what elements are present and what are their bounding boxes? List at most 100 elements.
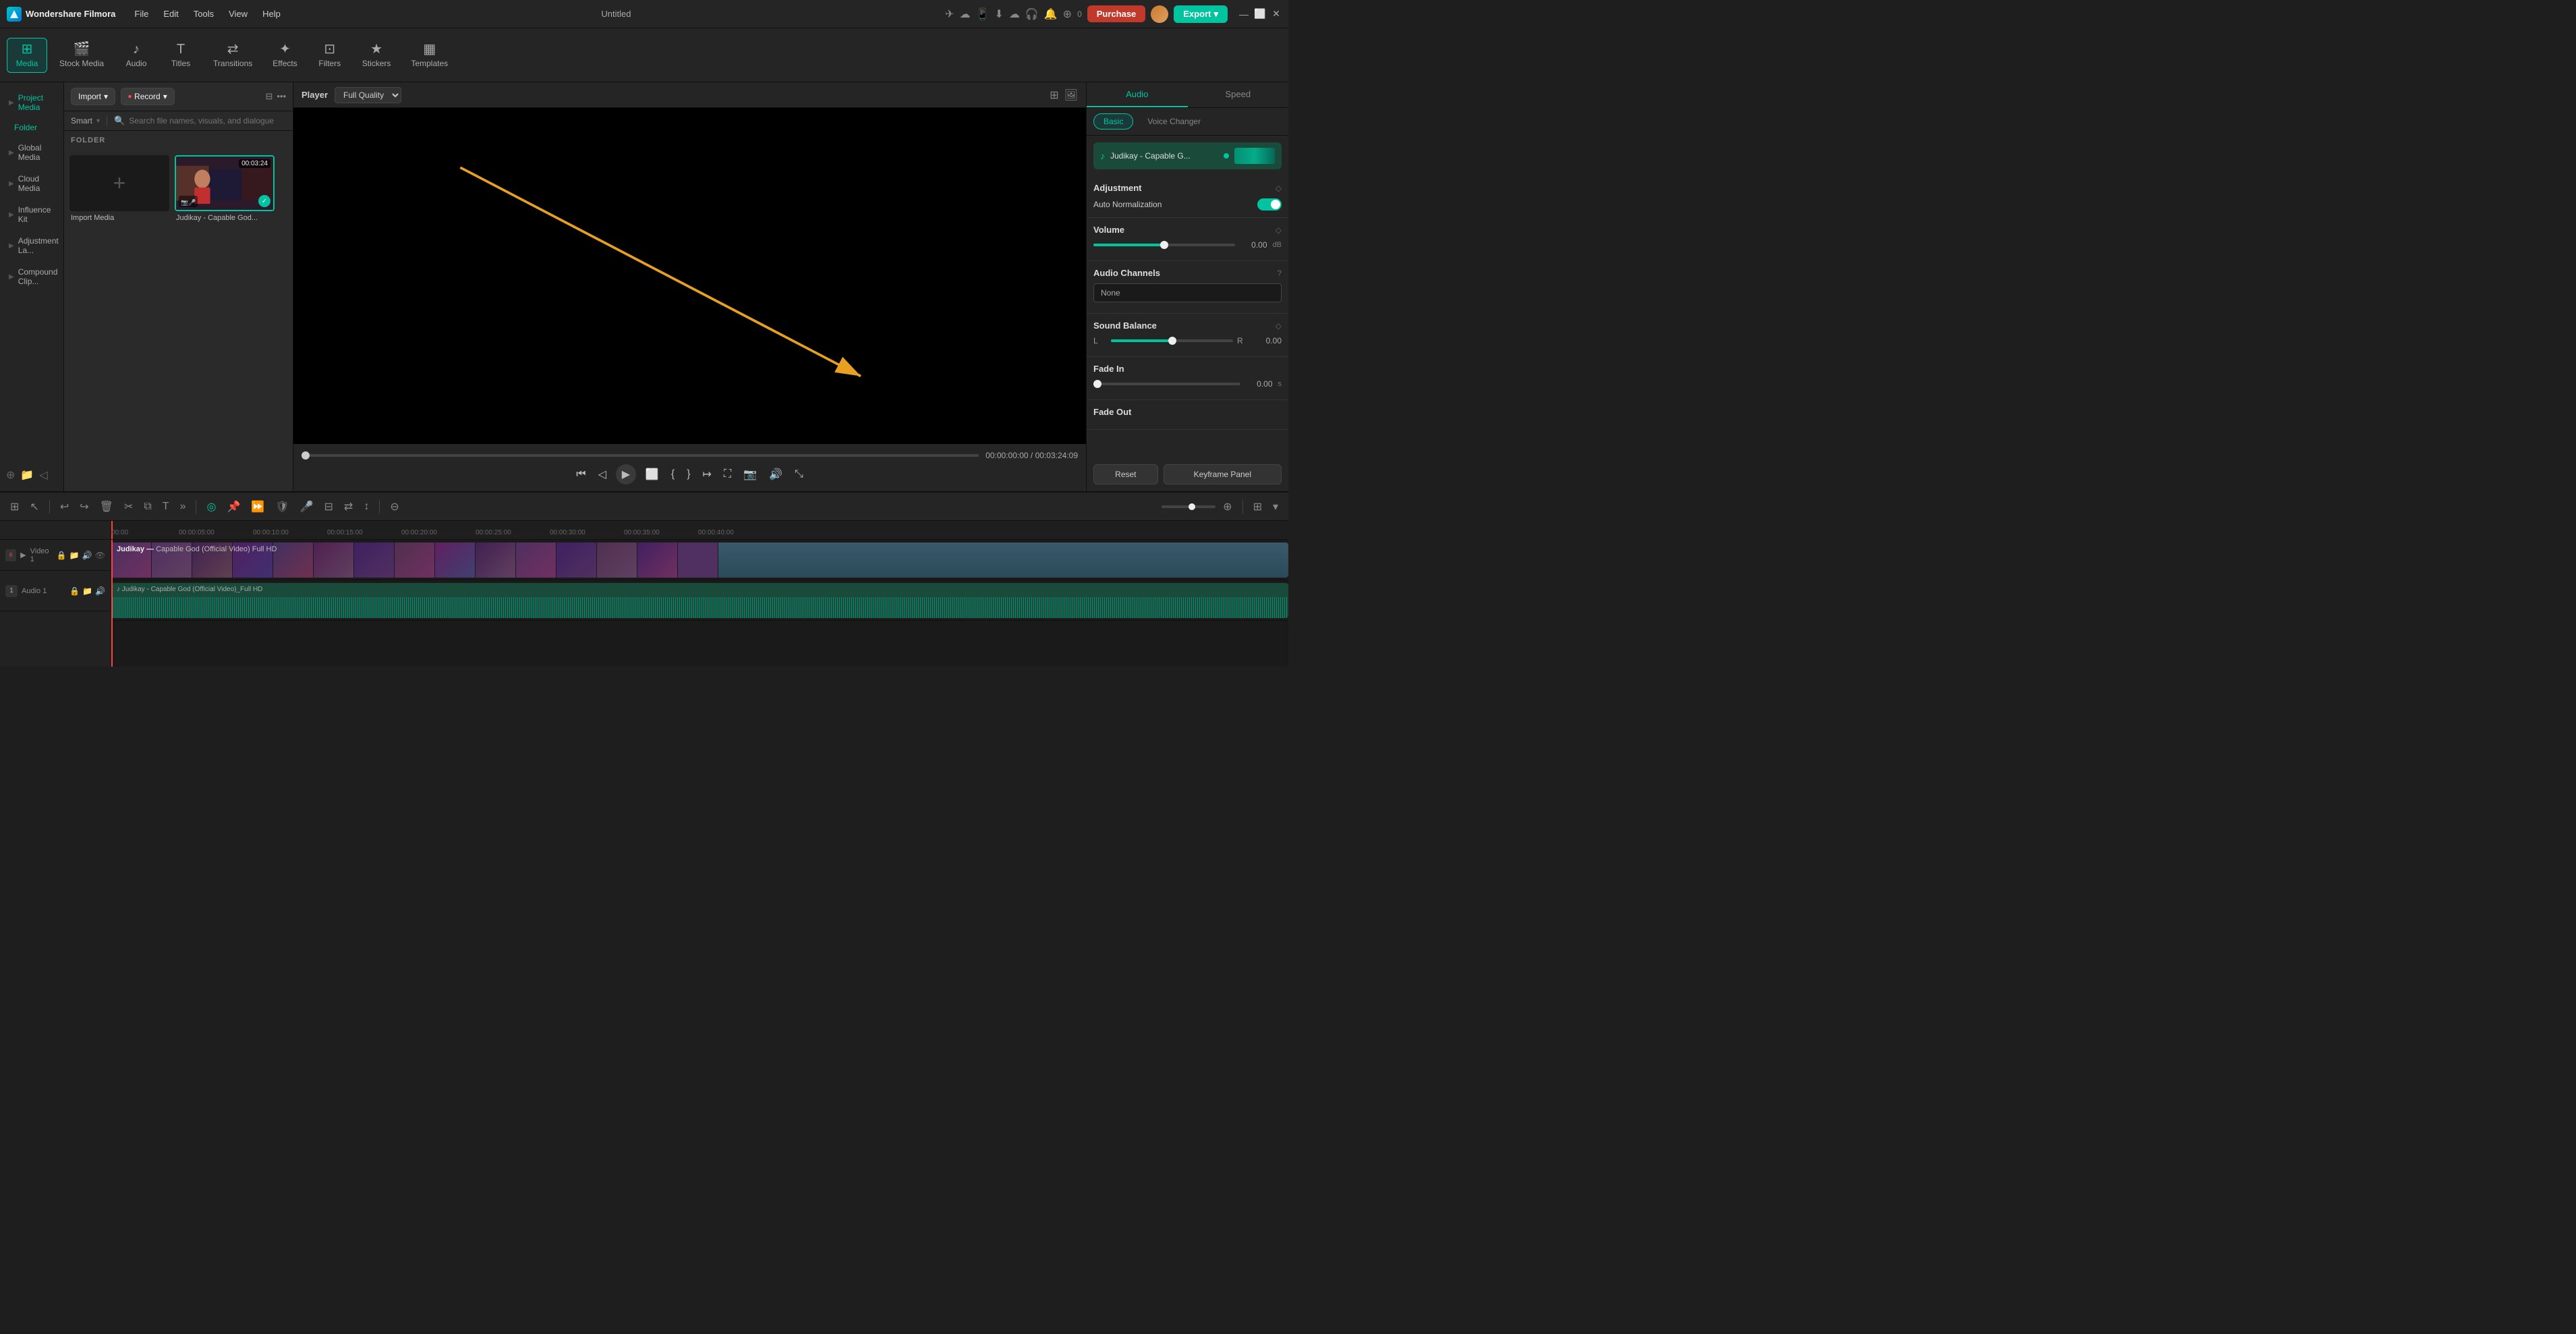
tab-filters[interactable]: ⊡ Filters [310,38,350,72]
notification-icon[interactable]: 🔔 [1044,7,1058,21]
fullscreen-button[interactable]: ⛶ [721,467,734,482]
zoom-in-button[interactable]: ⊕ [1220,498,1235,516]
phone-icon[interactable]: 📱 [975,7,989,21]
play-button[interactable]: ▶ [616,464,636,484]
delete-button[interactable]: 🗑 [96,498,117,516]
video-eye-icon[interactable]: 👁 [95,551,105,560]
mic-tool[interactable]: 🎤 [297,498,317,516]
grid-view-tl[interactable]: ⊞ [1250,498,1265,516]
settings-button[interactable]: ⤡ [792,467,806,482]
audio-channels-dropdown[interactable]: None Stereo Mono Left Mono Right [1093,283,1282,302]
text-tool[interactable]: T [159,499,173,515]
quality-dropdown[interactable]: Full Quality [335,87,401,103]
volume-slider-track[interactable] [1093,244,1235,246]
menu-edit[interactable]: Edit [156,6,185,22]
import-button[interactable]: Import ▾ [71,88,115,105]
tab-templates[interactable]: ▦ Templates [403,38,456,72]
frame-back-button[interactable]: ◁ [596,466,609,482]
sidebar-item-adjustment[interactable]: ▶ Adjustment La... [3,232,60,259]
audio-basic-tab[interactable]: Basic [1093,113,1133,130]
add-credit-icon[interactable]: ⊕ [1063,7,1072,21]
stop-button[interactable]: ⬜ [643,466,662,482]
audio-voice-changer-tab[interactable]: Voice Changer [1137,113,1211,130]
collapse-panel-icon[interactable]: ◁ [39,468,47,482]
expand-tool[interactable]: » [177,499,190,515]
auto-norm-toggle[interactable] [1257,198,1282,211]
headphone-icon[interactable]: 🎧 [1025,7,1039,21]
tab-media[interactable]: ⊞ Media [7,38,47,73]
redo-button[interactable]: ↪ [76,498,92,516]
volume-button[interactable]: 🔊 [766,466,785,482]
tab-audio[interactable]: ♪ Audio [116,38,156,72]
menu-file[interactable]: File [127,6,155,22]
tab-transitions[interactable]: ⇄ Transitions [205,38,260,72]
video-lock-icon[interactable]: 🔒 [57,551,67,560]
menu-tools[interactable]: Tools [187,6,221,22]
sticker-tool[interactable]: 📌 [223,498,244,516]
volume-slider-handle[interactable] [1160,241,1168,249]
export-button[interactable]: Export ▾ [1174,5,1228,23]
fast-forward-tool[interactable]: ⏩ [248,498,268,516]
transition-tool[interactable]: ⇄ [341,498,356,516]
volume-diamond-icon[interactable]: ◇ [1276,225,1282,235]
menu-view[interactable]: View [222,6,254,22]
video-clip-item[interactable]: 00:03:24 📷🎤 ✓ Judikay - Capable God... [175,155,275,222]
sound-balance-track[interactable] [1111,339,1233,342]
grid-view-icon[interactable]: ⊞ [1050,88,1058,102]
zoom-handle[interactable] [1189,503,1195,510]
mark-in-button[interactable]: { [668,467,677,482]
import-media-thumb[interactable]: + [69,155,169,211]
audio-track-item[interactable]: ♪ Judikay - Capable G... [1093,142,1282,169]
smart-dropdown-label[interactable]: Smart [71,116,92,126]
fade-in-handle[interactable] [1093,380,1101,388]
timeline-ruler[interactable]: 00:00 00:00:05:00 00:00:10:00 00:00:15:0… [111,521,1288,540]
download-icon[interactable]: ☁ [1009,7,1020,21]
sidebar-item-global-media[interactable]: ▶ Global Media [3,139,60,166]
sidebar-item-project-media[interactable]: ▶ Project Media [3,89,60,116]
tab-titles[interactable]: T Titles [161,38,201,72]
folder-icon[interactable]: 📁 [20,468,34,482]
search-input[interactable] [129,116,286,126]
fade-in-track[interactable] [1093,383,1240,385]
audio-clip-block[interactable]: ♪ Judikay - Capable God (Official Video)… [111,583,1288,618]
reset-button[interactable]: Reset [1093,464,1158,484]
sound-balance-diamond-icon[interactable]: ◇ [1276,321,1282,331]
multi-track-icon[interactable]: ⊞ [7,498,22,516]
sidebar-item-cloud-media[interactable]: ▶ Cloud Media [3,170,60,197]
cut-button[interactable]: ✂ [121,498,136,516]
copy-button[interactable]: ⧉ [140,499,154,515]
record-button[interactable]: ⏺ Record ▾ [121,88,175,105]
tab-effects[interactable]: ✦ Effects [264,38,305,72]
sidebar-item-compound-clip[interactable]: ▶ Compound Clip... [3,263,60,290]
video-volume-icon[interactable]: 🔊 [82,551,92,560]
help-icon[interactable]: ? [1277,269,1282,278]
sound-balance-handle[interactable] [1168,337,1176,345]
close-button[interactable]: ✕ [1271,9,1282,20]
video-clip-thumb[interactable]: 00:03:24 📷🎤 ✓ [175,155,275,211]
maximize-button[interactable]: ⬜ [1255,9,1265,20]
adjustment-diamond-icon[interactable]: ◇ [1276,184,1282,193]
minimize-button[interactable]: — [1238,9,1249,20]
video-clip-block[interactable]: Judikay — Capable God (Official Video) F… [111,543,1288,578]
shield-tool[interactable]: 🛡 [272,498,292,516]
tab-stock-media[interactable]: 🎬 Stock Media [51,38,112,72]
keyframe-panel-button[interactable]: Keyframe Panel [1164,464,1282,484]
purchase-button[interactable]: Purchase [1087,5,1146,22]
mark-out-button[interactable]: } [684,467,693,482]
audio-lock-icon[interactable]: 🔒 [69,586,80,596]
undo-button[interactable]: ↩ [57,498,72,516]
zoom-slider[interactable] [1162,505,1215,508]
skip-back-button[interactable]: ⏮ [573,467,588,482]
pointer-tool[interactable]: ↖ [26,498,42,516]
tab-stickers[interactable]: ★ Stickers [354,38,399,72]
add-folder-icon[interactable]: ⊕ [6,468,15,482]
scrubber-handle[interactable] [302,451,310,460]
menu-help[interactable]: Help [256,6,287,22]
share-icon[interactable]: ✈ [945,7,954,21]
snapshot-button[interactable]: 📷 [741,466,760,482]
sidebar-item-influence-kit[interactable]: ▶ Influence Kit [3,201,60,228]
image-view-icon[interactable]: 🖼 [1064,88,1078,102]
import-icon[interactable]: ⬇ [994,7,1003,21]
tab-audio-settings[interactable]: Audio [1087,82,1188,107]
tab-speed-settings[interactable]: Speed [1188,82,1289,107]
